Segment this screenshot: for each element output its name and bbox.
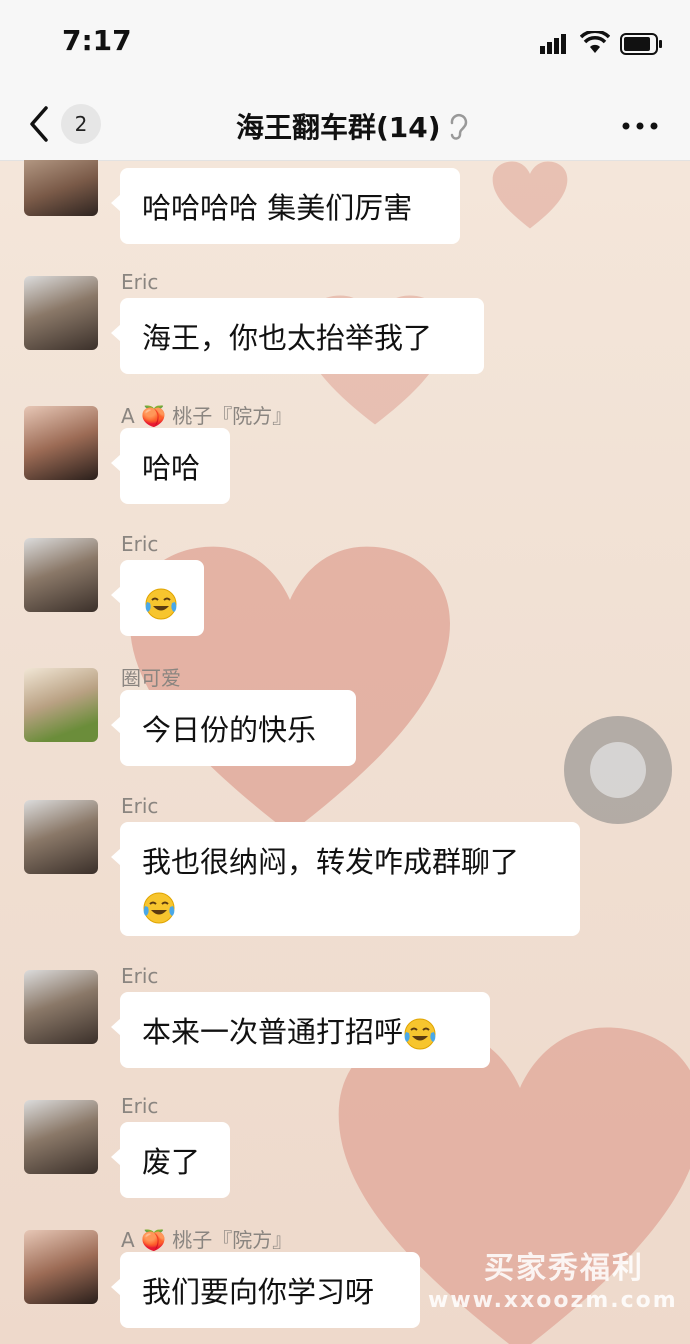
sender-name: Eric: [121, 964, 159, 988]
tears-of-joy-emoji-icon: [145, 588, 177, 620]
battery-icon: [620, 33, 662, 55]
chat-title-group[interactable]: 海王翻车群(14): [236, 106, 469, 146]
status-time: 7:17: [62, 24, 132, 57]
message-text: 哈哈: [142, 451, 201, 485]
message-bubble[interactable]: [111, 560, 204, 636]
sender-name: A 🍑 桃子『院方』: [121, 1228, 293, 1252]
message-text: 本来一次普通打招呼: [142, 1015, 404, 1049]
ear-icon: [450, 113, 467, 140]
watermark-text: 买家秀福利: [484, 1251, 644, 1286]
message-text: 哈哈哈哈 集美们厉害: [142, 191, 413, 225]
sender-name: Eric: [121, 532, 159, 556]
signal-icon: [540, 34, 566, 54]
message-bubble[interactable]: 海王，你也太抬举我了: [111, 298, 484, 374]
message-row: 哈哈哈哈 集美们厉害: [0, 160, 690, 250]
tears-of-joy-emoji-icon: [143, 892, 175, 924]
chat-title: 海王翻车群(14): [236, 111, 441, 144]
avatar[interactable]: [24, 1100, 98, 1174]
message-text: 我也很纳闷，转发咋成群聊了: [142, 845, 520, 879]
message-text: 我们要向你学习呀: [142, 1275, 375, 1309]
wifi-icon: [580, 31, 610, 53]
chat-header: 2 海王翻车群(14): [0, 88, 690, 161]
message-row: A 🍑 桃子『院方』 哈哈: [0, 398, 690, 508]
avatar[interactable]: [24, 800, 98, 874]
avatar[interactable]: [24, 538, 98, 612]
status-bar: 7:17: [0, 0, 690, 88]
message-bubble[interactable]: 我们要向你学习呀: [111, 1252, 420, 1328]
more-options-icon[interactable]: [622, 122, 658, 130]
avatar[interactable]: [24, 276, 98, 350]
message-bubble[interactable]: 今日份的快乐: [111, 690, 356, 766]
tears-of-joy-emoji-icon: [404, 1018, 436, 1050]
sender-name: Eric: [121, 1094, 159, 1118]
message-text: 今日份的快乐: [142, 713, 317, 747]
sender-name: Eric: [121, 270, 159, 294]
message-row: Eric 海王，你也太抬举我了: [0, 268, 690, 378]
avatar[interactable]: [24, 668, 98, 742]
message-row: Eric 本来一次普通打招呼: [0, 962, 690, 1072]
message-bubble[interactable]: 废了: [111, 1122, 230, 1198]
watermark-url: www.xxoozm.com: [428, 1288, 678, 1313]
sender-name: Eric: [121, 794, 159, 818]
message-text: 废了: [142, 1145, 201, 1179]
message-bubble[interactable]: 哈哈: [111, 428, 230, 504]
message-bubble[interactable]: 哈哈哈哈 集美们厉害: [111, 168, 460, 244]
sender-name: 圈可爱: [121, 666, 181, 690]
message-text: 海王，你也太抬举我了: [142, 321, 433, 355]
message-row: Eric: [0, 530, 690, 640]
avatar[interactable]: [24, 970, 98, 1044]
avatar[interactable]: [24, 1230, 98, 1304]
message-bubble[interactable]: 本来一次普通打招呼: [111, 992, 490, 1068]
back-chevron-icon[interactable]: [26, 104, 54, 144]
floating-button-core: [590, 742, 646, 798]
message-row: Eric 废了: [0, 1092, 690, 1202]
sender-name: A 🍑 桃子『院方』: [121, 404, 293, 428]
message-row: Eric 我也很纳闷，转发咋成群聊了: [0, 792, 690, 940]
unread-badge[interactable]: 2: [61, 104, 101, 144]
avatar[interactable]: [24, 406, 98, 480]
avatar[interactable]: [24, 160, 98, 216]
message-bubble[interactable]: 我也很纳闷，转发咋成群聊了: [111, 822, 580, 936]
